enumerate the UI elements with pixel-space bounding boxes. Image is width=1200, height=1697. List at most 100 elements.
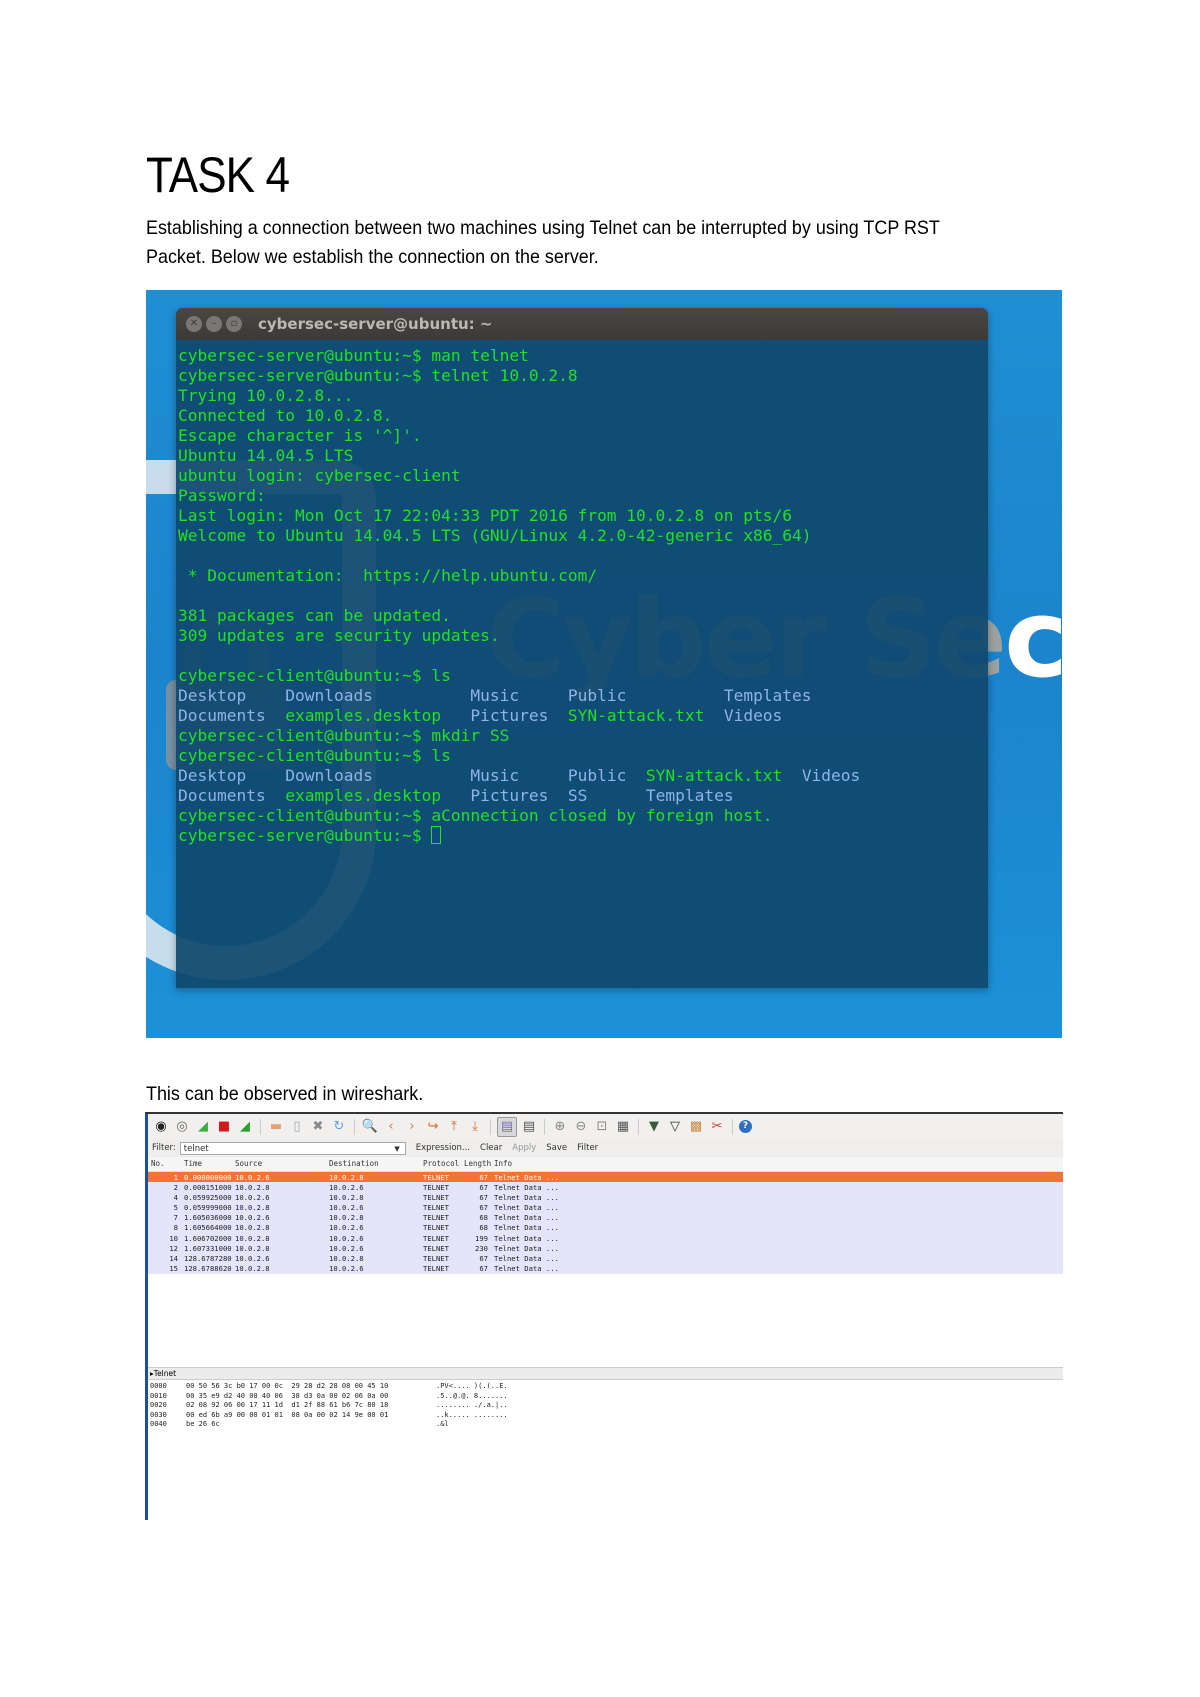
terminal-output[interactable]: cybersec-server@ubuntu:~$ man telnet cybe… xyxy=(176,340,988,846)
autoscroll-icon[interactable]: ▤ xyxy=(520,1118,538,1136)
packet-row[interactable]: 7 1.605036000 10.0.2.6 10.0.2.8 TELNET 68 Teln… xyxy=(148,1212,1063,1223)
normal-size-icon[interactable]: ⊡ xyxy=(593,1118,611,1136)
open-file-icon[interactable]: ▬ xyxy=(267,1118,285,1136)
preferences-icon[interactable]: ✂ xyxy=(708,1118,726,1136)
go-first-icon[interactable]: ⤒ xyxy=(445,1118,463,1136)
close-file-icon[interactable]: ✖ xyxy=(309,1118,327,1136)
display-filter-input[interactable]: telnet ▼ xyxy=(179,1141,406,1156)
go-to-packet-icon[interactable]: ↪ xyxy=(424,1118,442,1136)
terminal-screenshot: Cyber Sec ✕ – ▫ cybersec-server@ubuntu: … xyxy=(146,290,1062,1038)
hex-dump-line[interactable]: 0020 02 08 92 06 00 17 11 1d d1 2f 88 61 … xyxy=(150,1401,508,1411)
packet-time: 0.059925000 xyxy=(184,1192,232,1202)
hex-dump-line[interactable]: 0040 be 26 6c .&l xyxy=(150,1420,508,1430)
packet-row[interactable]: 5 0.059999000 10.0.2.8 10.0.2.6 TELNET 67 Teln… xyxy=(148,1202,1063,1213)
packet-row[interactable]: 8 1.605664000 10.0.2.8 10.0.2.6 TELNET 68 Teln… xyxy=(148,1222,1063,1234)
packet-no: 5 xyxy=(173,1203,178,1213)
packet-len: 67 xyxy=(479,1172,488,1182)
wireshark-caption: This can be observed in wireshark. xyxy=(146,1083,424,1105)
ls-entry: Music xyxy=(470,766,520,785)
hex-bytes: be 26 6c xyxy=(186,1420,220,1429)
toolbar-separator xyxy=(354,1118,355,1135)
hex-ascii: .PV<.... )(.(..E. xyxy=(436,1382,508,1390)
filter-button[interactable]: Filter xyxy=(577,1143,598,1153)
hex-ascii: .5..@.@. 8....... xyxy=(436,1391,508,1400)
terminal-line: cybersec-server@ubuntu:~$ telnet 10.0.2.… xyxy=(178,366,578,385)
column-no[interactable]: No. xyxy=(151,1159,165,1168)
packet-row[interactable]: 15 128.6788620 10.0.2.8 10.0.2.6 TELNET 67 Tel… xyxy=(148,1263,1063,1274)
clear-button[interactable]: Clear xyxy=(480,1143,502,1153)
packet-proto: TELNET xyxy=(423,1264,449,1274)
packet-no: 15 xyxy=(169,1264,178,1274)
main-toolbar: ◉ ◎ ◢ ■ ◢ ▬ ▯ ✖ ↻ 🔍 ‹ › ↪ ⤒ ⤓ ▤ ▤ ⊕ ⊖ ⊡ ▦ ▼ ▽ ▩ ✂? xyxy=(148,1114,1063,1139)
packet-detail-telnet[interactable]: ▸Telnet xyxy=(148,1367,1063,1380)
capture-filters-icon[interactable]: ▼ xyxy=(645,1118,663,1136)
display-filters-icon[interactable]: ▽ xyxy=(666,1118,684,1136)
close-icon[interactable]: ✕ xyxy=(186,316,202,332)
intro-line-2: Packet. Below we establish the connectio… xyxy=(146,246,599,268)
column-time[interactable]: Time xyxy=(184,1159,202,1168)
expression-button[interactable]: Expression... xyxy=(416,1143,470,1153)
terminal-line: Ubuntu 14.04.5 LTS xyxy=(178,446,354,465)
packet-row[interactable]: 1 0.000000000 10.0.2.6 10.0.2.8 TELNET 67 Teln… xyxy=(148,1172,1063,1183)
colorize-icon[interactable]: ▤ xyxy=(497,1116,517,1137)
save-file-icon[interactable]: ▯ xyxy=(288,1118,306,1136)
terminal-line: ubuntu login: cybersec-client xyxy=(178,466,461,485)
ls-output-row: Desktop Downloads Music Public Templates xyxy=(178,686,988,706)
terminal-line: Last login: Mon Oct 17 22:04:33 PDT 2016… xyxy=(178,506,792,525)
reload-icon[interactable]: ↻ xyxy=(330,1118,348,1136)
go-last-icon[interactable]: ⤓ xyxy=(466,1118,484,1136)
hex-dump-line[interactable]: 0010 00 35 e9 d2 40 00 40 06 38 d3 0a 00 … xyxy=(150,1392,508,1402)
save-button[interactable]: Save xyxy=(546,1143,567,1153)
column-source[interactable]: Source xyxy=(235,1159,262,1168)
column-length[interactable]: Length xyxy=(464,1159,491,1168)
column-protocol[interactable]: Protocol xyxy=(423,1159,459,1168)
resize-columns-icon[interactable]: ▦ xyxy=(614,1118,632,1136)
apply-button[interactable]: Apply xyxy=(512,1143,536,1153)
restart-capture-icon[interactable]: ◢ xyxy=(236,1118,254,1136)
packet-no: 10 xyxy=(169,1233,178,1243)
terminal-window[interactable]: ✕ – ▫ cybersec-server@ubuntu: ~ cybersec… xyxy=(176,308,988,988)
coloring-rules-icon[interactable]: ▩ xyxy=(687,1118,705,1136)
column-destination[interactable]: Destination xyxy=(329,1159,379,1168)
minimize-icon[interactable]: – xyxy=(206,316,222,332)
start-capture-icon[interactable]: ◢ xyxy=(194,1118,212,1136)
packet-time: 0.000000000 xyxy=(184,1172,232,1182)
ls-entry: SYN-attack.txt xyxy=(567,706,705,725)
terminal-titlebar[interactable]: ✕ – ▫ cybersec-server@ubuntu: ~ xyxy=(176,308,988,340)
ls-entry: Videos xyxy=(801,766,861,785)
stop-capture-icon[interactable]: ■ xyxy=(215,1118,233,1136)
packet-dst: 10.0.2.6 xyxy=(329,1233,364,1243)
packet-info: Telnet Data ... xyxy=(494,1264,559,1274)
hex-dump-line[interactable]: 0030 00 ed 6b a9 00 00 01 01 08 0a 00 02 … xyxy=(150,1411,508,1421)
packet-info: Telnet Data ... xyxy=(494,1254,559,1263)
terminal-prompt[interactable]: cybersec-server@ubuntu:~$ xyxy=(178,826,988,846)
zoom-in-icon[interactable]: ⊕ xyxy=(551,1118,569,1136)
packet-row[interactable]: 4 0.059925000 10.0.2.6 10.0.2.8 TELNET 67 Teln… xyxy=(148,1192,1063,1203)
packet-row[interactable]: 12 1.607331000 10.0.2.8 10.0.2.6 TELNET 230 Te… xyxy=(148,1243,1063,1254)
zoom-out-icon[interactable]: ⊖ xyxy=(572,1118,590,1136)
go-back-icon[interactable]: ‹ xyxy=(382,1118,400,1136)
packet-time: 128.6788620 xyxy=(184,1264,232,1274)
maximize-icon[interactable]: ▫ xyxy=(226,316,242,332)
find-packet-icon[interactable]: 🔍 xyxy=(361,1118,379,1136)
packet-time: 128.6787280 xyxy=(184,1254,232,1263)
hex-bytes: 02 08 92 06 00 17 11 1d d1 2f 88 61 b6 7… xyxy=(186,1401,389,1410)
hex-ascii: ..k..... ........ xyxy=(436,1410,508,1419)
hex-offset: 0020 xyxy=(150,1401,167,1410)
toolbar-separator xyxy=(638,1118,639,1135)
terminal-line: Trying 10.0.2.8... xyxy=(178,386,354,405)
hex-dump-line[interactable]: 0000 00 50 56 3c b0 17 00 0c 29 28 d2 28 … xyxy=(150,1382,508,1392)
packet-row[interactable]: 14 128.6787280 10.0.2.6 10.0.2.8 TELNET 67 Tel… xyxy=(148,1253,1063,1264)
packet-len: 68 xyxy=(479,1223,488,1233)
help-icon[interactable]: ? xyxy=(739,1120,752,1133)
packet-src: 10.0.2.8 xyxy=(235,1243,270,1253)
terminal-line: Connected to 10.0.2.8. xyxy=(178,406,393,425)
packet-row[interactable]: 10 1.606702000 10.0.2.8 10.0.2.6 TELNET 199 Te… xyxy=(148,1233,1063,1244)
chevron-down-icon[interactable]: ▼ xyxy=(394,1143,399,1156)
capture-options-icon[interactable]: ◎ xyxy=(173,1118,191,1136)
packet-time: 1.606702000 xyxy=(184,1233,232,1243)
go-forward-icon[interactable]: › xyxy=(403,1118,421,1136)
interface-list-icon[interactable]: ◉ xyxy=(152,1118,170,1136)
column-info[interactable]: Info xyxy=(494,1159,512,1168)
packet-row[interactable]: 2 0.000151000 10.0.2.8 10.0.2.6 TELNET 67 Teln… xyxy=(148,1182,1063,1193)
